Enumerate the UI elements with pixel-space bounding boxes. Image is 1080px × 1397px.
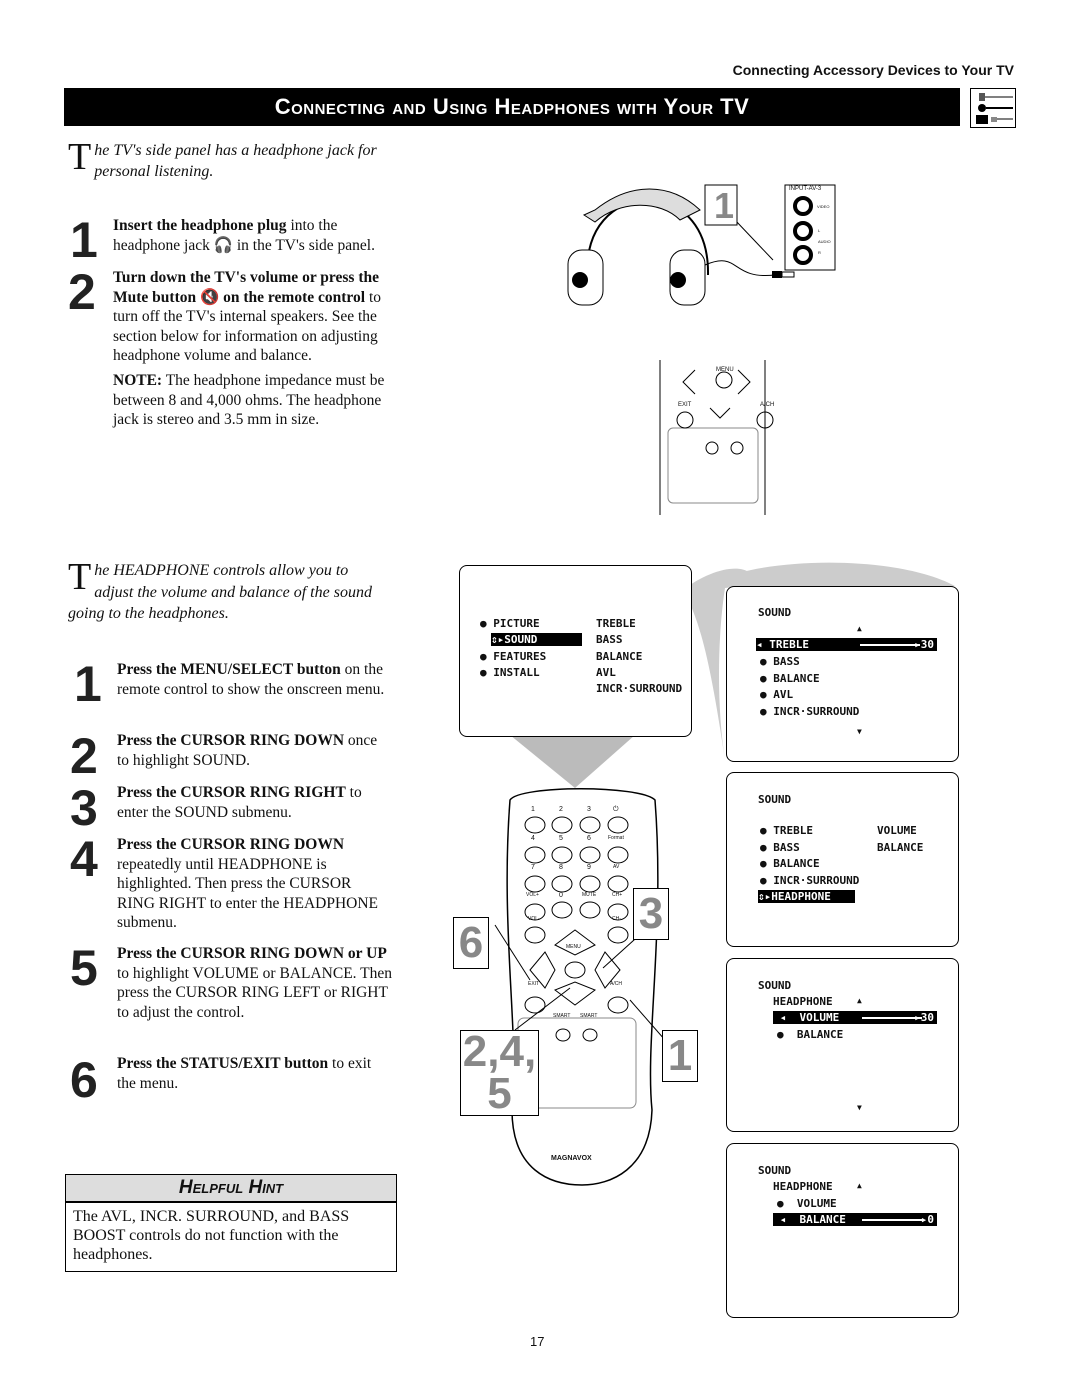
key-1-label: 1	[531, 806, 535, 813]
osd-balance-menu: SOUND HEADPHONE ▲ ● VOLUME ◂ BALANCE ▸0	[726, 1143, 959, 1318]
step-1-text: Insert the headphone plug into the headp…	[113, 217, 375, 254]
step-3-text: Press the CURSOR RING RIGHT to enter the…	[117, 784, 362, 821]
running-header: Connecting Accessory Devices to Your TV	[732, 62, 1014, 78]
cable-connectors-icon	[970, 88, 1016, 128]
osd-treble-menu: SOUND ▲ ◂ TREBLE ▸30 ● BASS ● BALANCE ● A…	[726, 586, 959, 762]
power-icon: ⏻	[613, 806, 619, 813]
key-6-label: 6	[587, 835, 591, 842]
callout-6: 6	[453, 917, 489, 969]
intro-paragraph-2: The HEADPHONE controls allow you to adju…	[68, 556, 372, 622]
key-2-label: 2	[559, 806, 563, 813]
format-key-label: Format	[608, 835, 624, 841]
audio-label: AUDIO	[818, 239, 831, 244]
step-2-text: Press the CURSOR RING DOWN once to highl…	[117, 732, 378, 769]
step-number: 6	[70, 1052, 98, 1108]
step-6-text: Press the STATUS/EXIT button to exit the…	[117, 1055, 372, 1092]
manual-page: Connecting Accessory Devices to Your TV …	[0, 0, 1080, 1397]
step-number: 2	[68, 264, 96, 320]
jack-panel-title: INPUT-AV-3	[789, 186, 822, 192]
step-number: 4	[70, 831, 98, 887]
ach-key-label: A/CH	[760, 402, 775, 408]
key-8-label: 8	[559, 864, 563, 871]
key-4-label: 4	[531, 835, 535, 842]
page-number: 17	[530, 1334, 545, 1349]
step-2-text: Turn down the TV's volume or press the M…	[113, 269, 381, 364]
helpful-hint-body: The AVL, INCR. SURROUND, and BASS BOOST …	[65, 1202, 397, 1272]
callout-3: 3	[633, 888, 669, 940]
key-7-label: 7	[531, 864, 535, 871]
brand-logo: MAGNAVOX	[551, 1155, 592, 1162]
key-9-label: 9	[587, 864, 591, 871]
helpful-hint-title: Helpful Hint	[65, 1174, 397, 1202]
av-key-label: AV	[613, 864, 620, 870]
step-number: 5	[70, 940, 98, 996]
osd-headphone-menu: SOUND ● TREBLE ● BASS ● BALANCE ● INCR·S…	[726, 772, 959, 947]
note: NOTE: The headphone impedance must be be…	[113, 372, 385, 428]
key-5-label: 5	[559, 835, 563, 842]
video-jack-label: VIDEO	[817, 204, 830, 209]
osd-volume-menu: SOUND HEADPHONE ▲ ◂ VOLUME ▸30 ● BALANCE …	[726, 958, 959, 1132]
step-number: 3	[70, 780, 98, 836]
step-4-text: Press the CURSOR RING DOWN repeatedly un…	[117, 836, 379, 931]
intro-paragraph-1: The TV's side panel has a headphone jack…	[68, 136, 377, 180]
step-number: 1	[70, 212, 98, 268]
section-banner: Connecting and Using Headphones with You…	[64, 88, 960, 126]
callout-2-4-5: 2,4, 5	[460, 1030, 539, 1116]
step-5-text: Press the CURSOR RING DOWN or UP to high…	[117, 945, 392, 1021]
callout-1: 1	[713, 185, 735, 226]
step-number: 2	[70, 728, 98, 784]
menu-key-label: MENU	[716, 367, 734, 373]
headphone-illustration	[567, 184, 836, 515]
exit-key-label: EXIT	[678, 402, 692, 408]
step-number: 1	[74, 656, 102, 712]
callout-1: 1	[662, 1030, 698, 1082]
osd-main-menu: ● PICTURE ⇕▸SOUND ● FEATURES ● INSTALL T…	[459, 565, 692, 737]
r-label: R	[818, 250, 821, 255]
step-1-text: Press the MENU/SELECT button on the remo…	[117, 661, 385, 698]
key-3-label: 3	[587, 806, 591, 813]
l-label: L	[818, 228, 821, 233]
